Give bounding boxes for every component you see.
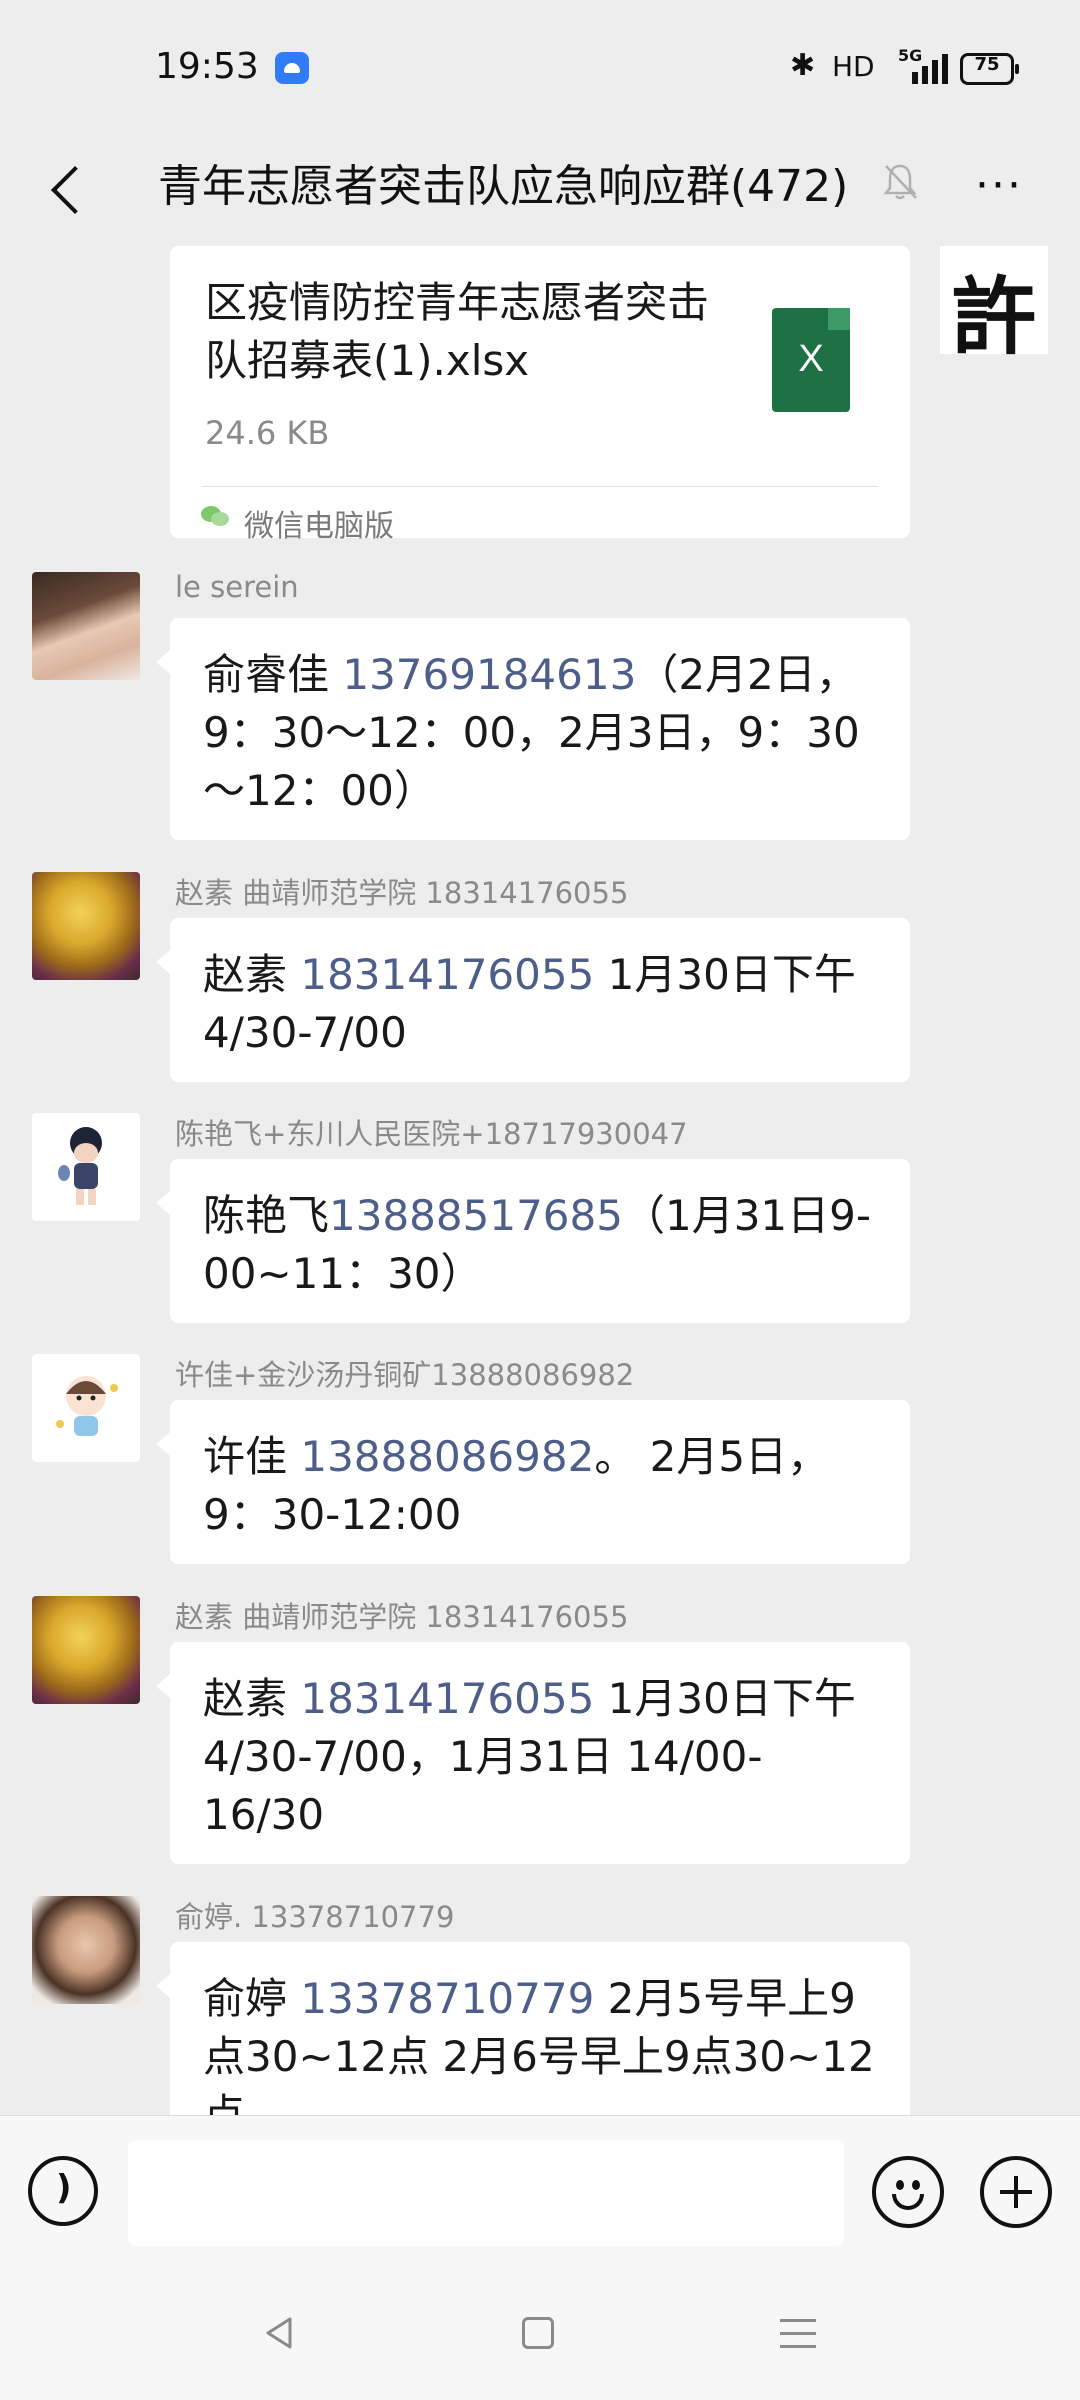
avatar[interactable] [32,1896,140,2004]
avatar[interactable] [32,872,140,980]
android-app-icon [275,52,309,84]
sender-name: 陈艳飞+东川人民医院+18717930047 [175,1117,688,1151]
sender-name: 赵素 曲靖师范学院 18314176055 [175,876,629,910]
message-bubble[interactable]: 赵素 18314176055 1月30日下午4/30-7/00，1月31日 14… [156,1642,910,1864]
file-size: 24.6 KB [205,414,330,452]
nav-recents-button[interactable] [780,2319,816,2349]
message-list[interactable]: 区疫情防控青年志愿者突击队招募表(1).xlsx 24.6 KB X 微信电脑版… [0,230,1080,2115]
phone-number-link[interactable]: 13769184613 [342,650,636,699]
file-message-card[interactable]: 区疫情防控青年志愿者突击队招募表(1).xlsx 24.6 KB X 微信电脑版 [170,246,910,544]
nav-back-button[interactable] [260,2313,300,2353]
sender-name: 许佳+金沙汤丹铜矿13888086982 [175,1358,635,1392]
message-text: 赵素 [203,1674,301,1723]
message-text: 陈艳飞 [203,1191,330,1240]
phone-number-link[interactable]: 18314176055 [300,950,594,999]
message-bubble[interactable]: 许佳 13888086982。 2月5日，9：30-12:00 [156,1400,910,1564]
message-bubble[interactable]: 陈艳飞13888517685（1月31日9-00~11：30） [156,1159,910,1323]
sender-name: 俞婷. 13378710779 [175,1900,455,1934]
ellipsis-icon: ··· [975,160,1023,211]
message-bubble[interactable]: 赵素 18314176055 1月30日下午4/30-7/00 [156,918,910,1082]
phone-number-link[interactable]: 18314176055 [300,1674,594,1723]
file-source-label: 微信电脑版 [244,509,394,544]
input-bar [0,2115,1080,2276]
cartoon-avatar-icon [56,1376,118,1436]
excel-icon-letter: X [798,338,824,380]
status-time: 19:53 [155,46,259,87]
message-bubble[interactable]: 俞婷 13378710779 2月5号早上9点30~12点 2月6号早上9点30… [156,1942,910,2115]
voice-input-button[interactable] [28,2156,98,2226]
message-text: 俞睿佳 [203,650,343,699]
file-name: 区疫情防控青年志愿者突击队招募表(1).xlsx [205,278,710,385]
battery-level: 75 [974,54,1000,75]
phone-number-link[interactable]: 13888086982 [300,1432,594,1481]
chat-header: 青年志愿者突击队应急响应群(472) ··· [0,130,1080,230]
chat-title: 青年志愿者突击队应急响应群(472) [158,161,849,212]
avatar[interactable] [32,572,140,680]
phone-number-link[interactable]: 13378710779 [300,1974,594,2023]
emoji-button[interactable] [872,2156,944,2228]
message-text: 俞婷 [203,1974,301,2023]
battery-icon: 75 [960,53,1019,85]
system-nav-bar [0,2275,1080,2400]
wechat-icon [201,506,229,526]
back-button[interactable] [20,145,100,215]
avatar[interactable] [32,1354,140,1462]
sender-name: 赵素 曲靖师范学院 18314176055 [175,1600,629,1634]
cartoon-avatar-icon [58,1127,102,1205]
chevron-left-icon [50,165,100,215]
message-text: 许佳 [203,1432,301,1481]
message-text: 赵素 [203,950,301,999]
avatar[interactable] [32,1596,140,1704]
divider [202,486,878,487]
phone-number-link[interactable]: 13888517685 [329,1191,623,1240]
bell-slash-icon [883,164,917,200]
status-bar: 19:53 ✱ HD 5G 75 [0,0,1080,130]
more-options-button[interactable]: ··· [975,160,1023,211]
message-bubble[interactable]: 俞睿佳 13769184613（2月2日，9：30～12：00，2月3日，9：3… [156,618,910,840]
more-actions-button[interactable] [980,2156,1052,2228]
hd-label: HD [832,50,875,83]
network-type: 5G [898,46,923,65]
avatar[interactable] [32,1113,140,1221]
message-input[interactable] [128,2140,844,2246]
bluetooth-icon: ✱ [790,48,816,83]
self-avatar[interactable]: 許 [940,246,1048,366]
nav-home-button[interactable] [522,2317,554,2349]
signal-icon: 5G [898,46,948,84]
sender-name: le serein [175,570,299,604]
self-avatar-calligraphy: 許 [951,267,1036,366]
excel-file-icon: X [772,308,850,412]
